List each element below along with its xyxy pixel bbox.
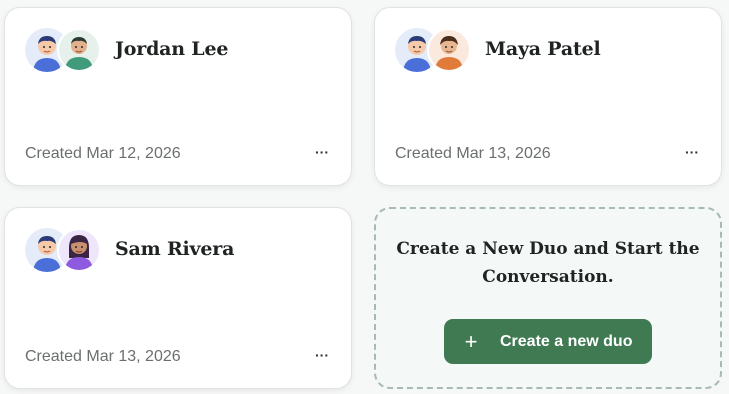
- duo-name: Sam Rivera: [115, 238, 235, 260]
- create-duo-button[interactable]: + Create a new duo: [444, 319, 652, 364]
- created-date: Created Mar 13, 2026: [25, 348, 181, 365]
- avatar-pair: [25, 28, 105, 72]
- duo-name: Jordan Lee: [115, 38, 229, 60]
- duo-name: Maya Patel: [485, 38, 601, 60]
- new-duo-title: Create a New Duo and Start the Conversat…: [396, 239, 700, 287]
- duo-card[interactable]: Sam Rivera Created Mar 13, 2026 ···: [4, 207, 352, 389]
- avatar-pair: [25, 228, 105, 272]
- more-options-icon[interactable]: ···: [685, 145, 699, 159]
- duo-grid: Jordan Lee Created Mar 12, 2026 ··· Maya…: [0, 0, 729, 394]
- created-date: Created Mar 13, 2026: [395, 145, 551, 162]
- more-options-icon[interactable]: ···: [315, 348, 329, 362]
- more-options-icon[interactable]: ···: [315, 145, 329, 159]
- partner-avatar-icon: [427, 28, 471, 72]
- plus-icon: +: [464, 328, 478, 354]
- partner-avatar-icon: [57, 228, 101, 272]
- partner-avatar-icon: [57, 28, 101, 72]
- new-duo-card: Create a New Duo and Start the Conversat…: [374, 207, 722, 389]
- created-date: Created Mar 12, 2026: [25, 145, 181, 162]
- create-duo-label: Create a new duo: [500, 332, 633, 350]
- duo-card[interactable]: Maya Patel Created Mar 13, 2026 ···: [374, 7, 722, 186]
- duo-card[interactable]: Jordan Lee Created Mar 12, 2026 ···: [4, 7, 352, 186]
- avatar-pair: [395, 28, 475, 72]
